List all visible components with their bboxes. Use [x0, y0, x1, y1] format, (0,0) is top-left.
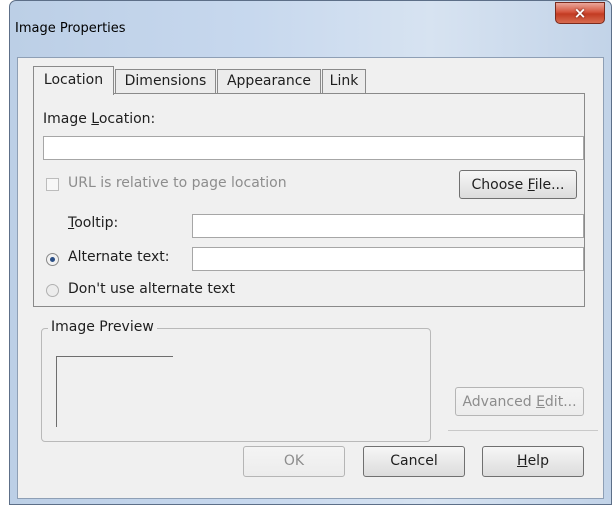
tab-dimensions[interactable]: Dimensions — [115, 69, 216, 94]
ok-button[interactable]: OK — [243, 446, 345, 477]
choose-file-button[interactable]: Choose File... — [459, 170, 577, 199]
tab-link[interactable]: Link — [322, 69, 366, 94]
tab-link-label: Link — [329, 73, 359, 89]
image-location-label: Image Location: — [43, 111, 156, 127]
tooltip-label: Tooltip: — [68, 215, 119, 231]
alternate-text-label: Alternate text: — [68, 249, 170, 265]
image-preview-group: Image Preview — [41, 319, 431, 442]
dialog-window: Image Properties × Location Dimensions A… — [9, 0, 612, 505]
tab-appearance[interactable]: Appearance — [217, 69, 321, 94]
tab-location[interactable]: Location — [33, 66, 114, 95]
window-title: Image Properties — [15, 21, 126, 36]
cancel-button[interactable]: Cancel — [363, 446, 465, 477]
image-location-input[interactable] — [43, 136, 584, 160]
image-preview-legend: Image Preview — [48, 319, 157, 335]
dialog-client-area: Location Dimensions Appearance Link Imag… — [17, 57, 604, 499]
location-tab-panel: Image Location: URL is relative to page … — [33, 93, 585, 307]
advanced-edit-button[interactable]: Advanced Edit... — [455, 387, 584, 416]
close-icon: × — [573, 4, 587, 22]
tab-dimensions-label: Dimensions — [124, 73, 207, 89]
close-button[interactable]: × — [555, 2, 605, 24]
no-alt-text-radio[interactable] — [46, 284, 59, 297]
image-preview-area — [56, 356, 173, 427]
help-button[interactable]: Help — [482, 446, 584, 477]
title-bar[interactable]: Image Properties × — [10, 1, 611, 57]
tab-appearance-label: Appearance — [226, 73, 312, 89]
url-relative-label: URL is relative to page location — [68, 175, 287, 191]
no-alt-text-label: Don't use alternate text — [68, 281, 235, 297]
alternate-text-input[interactable] — [192, 247, 584, 271]
tab-location-label: Location — [43, 72, 104, 88]
alternate-text-radio[interactable] — [46, 253, 59, 266]
url-relative-checkbox[interactable] — [46, 178, 59, 191]
separator-line — [448, 430, 598, 431]
tooltip-input[interactable] — [192, 214, 584, 238]
